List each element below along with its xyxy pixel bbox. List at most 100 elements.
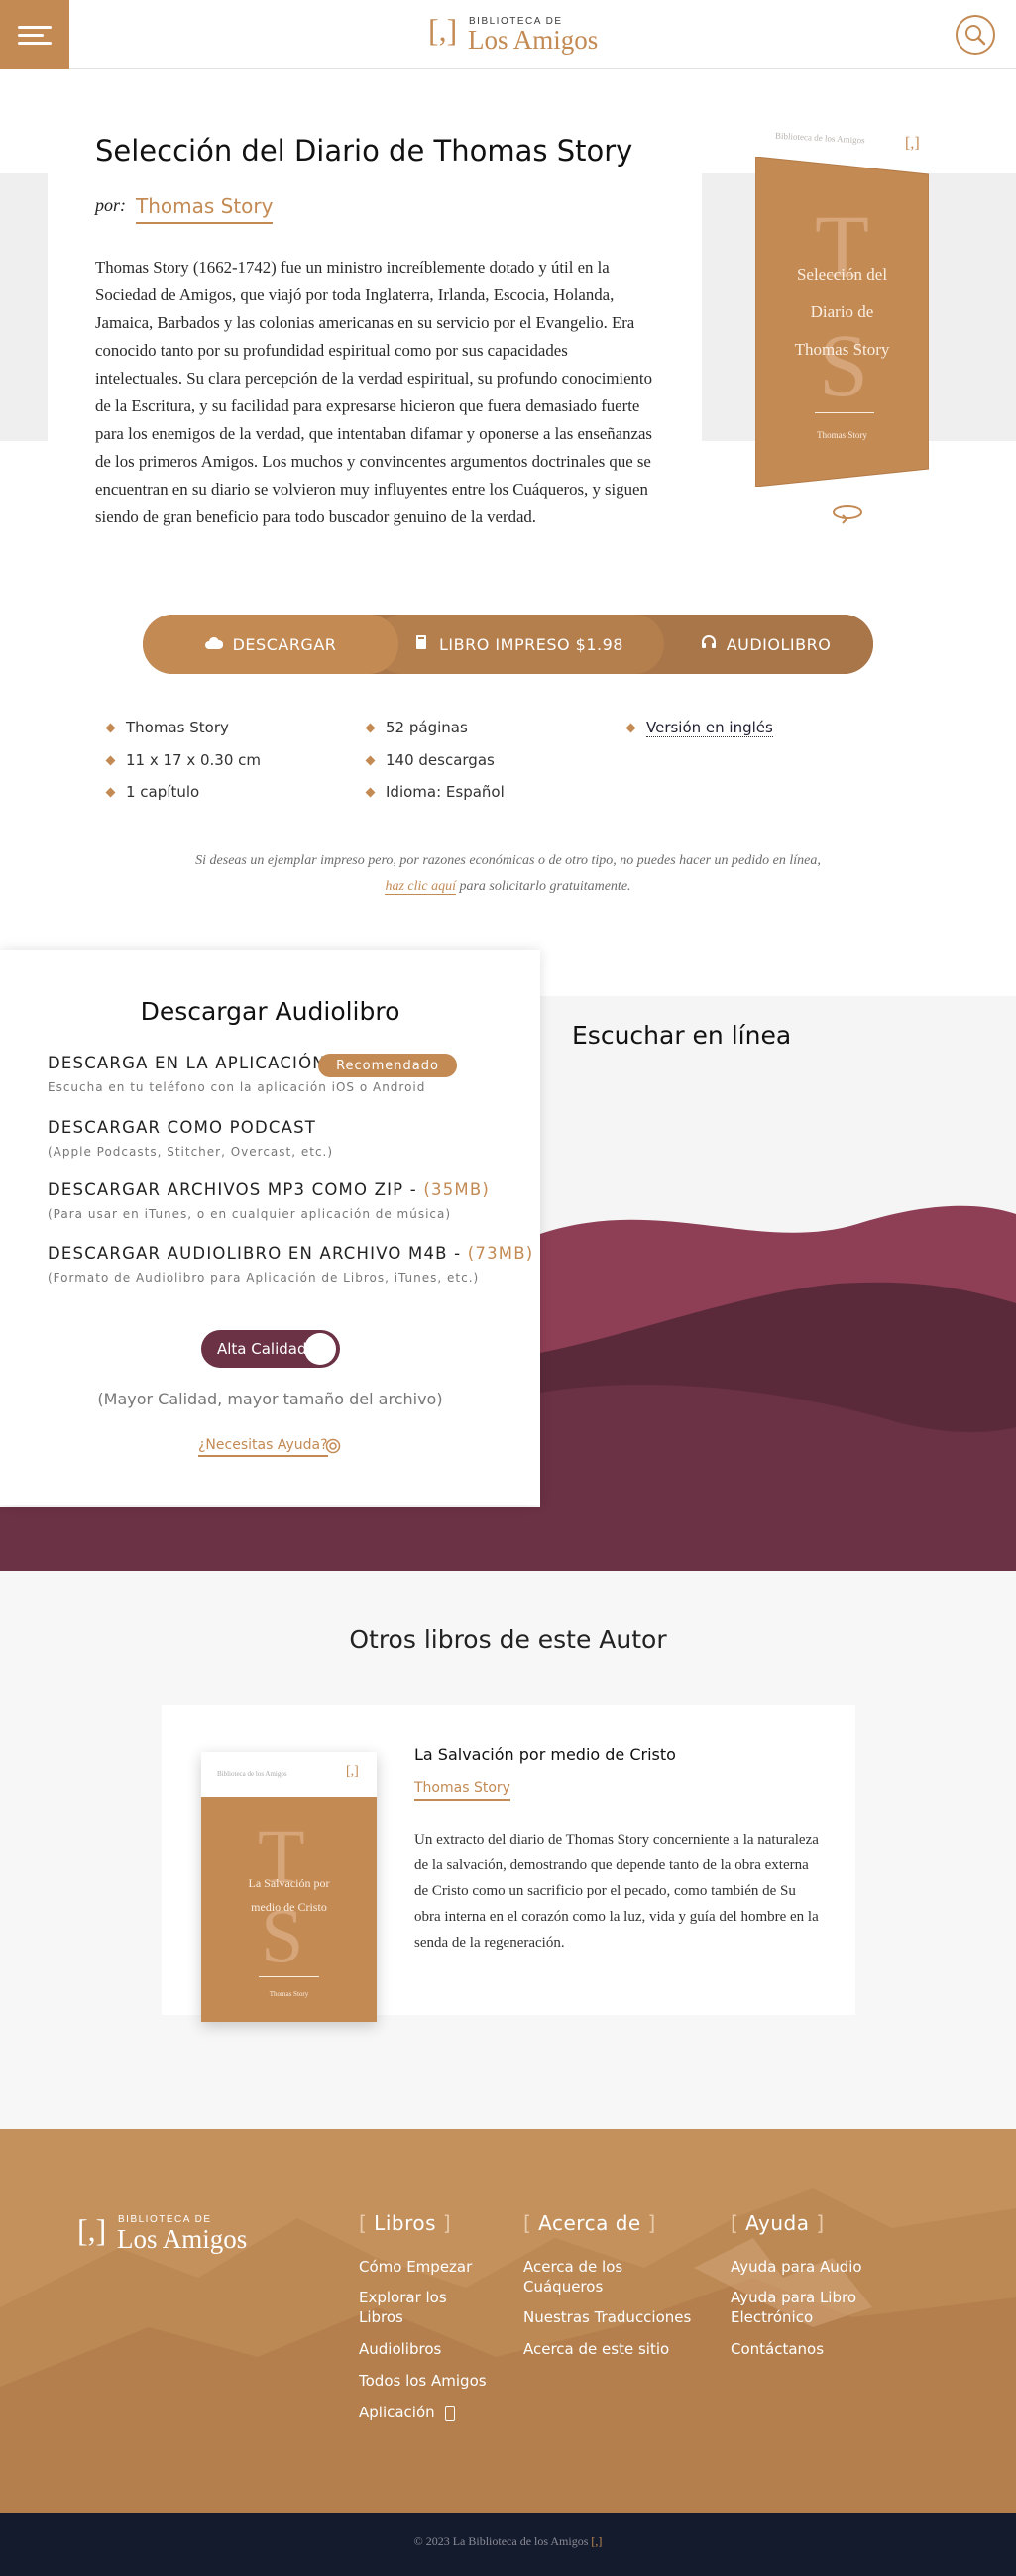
meta-english-version: Versión en inglés [625,719,773,737]
action-bar: AUDIOLIBRO LIBRO IMPRESO $1.98 DESCARGAR [143,615,873,674]
file-size: (73MB) [467,1244,534,1263]
book-title: Selección del Diario de Thomas Story [95,134,633,168]
download-audiobook-card [0,950,540,1505]
meta-value: 1 capítulo [126,783,200,801]
site-logo[interactable]: [,] BIBLIOTECA DE Los Amigos [428,12,626,57]
footer-link[interactable]: Explorar los Libros [359,2288,468,2327]
download-option-desc: (Para usar en iTunes, o en cualquier apl… [48,1207,452,1221]
copyright-mark: [,] [591,2534,603,2548]
download-option-label: DESCARGAR ARCHIVOS MP3 COMO ZIP - [48,1180,424,1199]
download-button[interactable]: DESCARGAR [143,615,398,674]
cover-title-line: Thomas Story [794,340,890,359]
print-book-button[interactable]: LIBRO IMPRESO $1.98 [373,615,664,674]
download-option-desc: (Formato de Audiolibro para Aplicación d… [48,1271,480,1285]
book-icon [413,634,429,654]
menu-button[interactable] [0,0,69,69]
footer-heading-text: Libros [374,2211,437,2235]
footer-link[interactable]: Acerca de este sitio [523,2339,669,2359]
diamond-icon [625,723,636,733]
english-version-link[interactable]: Versión en inglés [646,719,773,737]
diamond-icon [105,787,116,797]
meta-value: Thomas Story [126,719,229,736]
cover-title-line: Diario de [810,302,874,321]
by-label: por: [95,195,126,215]
copyright-text: © 2023 La Biblioteca de los Amigos [413,2534,589,2548]
footer-link[interactable]: Ayuda para Audio [731,2257,862,2277]
listen-online-panel [540,996,1016,1571]
meta-author: Thomas Story [105,719,229,736]
listen-online-title: Escuchar en línea [572,1021,792,1050]
meta-value: 52 páginas [386,719,468,736]
request-free-copy-link[interactable]: haz clic aquí [385,879,456,895]
footer-heading-text: Acerca de [538,2211,641,2235]
download-m4b-option[interactable]: DESCARGAR AUDIOLIBRO EN ARCHIVO M4B - (7… [48,1244,533,1263]
print-book-label: LIBRO IMPRESO $1.98 [439,634,623,654]
logo-main-text: Los Amigos [468,25,599,55]
cover-mark: [,] [905,135,920,152]
hamburger-icon-line [18,34,44,37]
footer-link[interactable]: Acerca de los Cuáqueros [523,2257,642,2296]
download-mp3-option[interactable]: DESCARGAR ARCHIVOS MP3 COMO ZIP - (35MB) [48,1180,490,1199]
author-link[interactable]: Thomas Story [136,194,274,224]
cover-title: Selección del Diario de Thomas Story [755,256,929,369]
audio-help-link[interactable]: ¿Necesitas Ayuda? [198,1437,328,1457]
print-note-text-end: para solicitarlo gratuitamente. [459,879,631,894]
footer-logo[interactable]: [,] BIBLIOTECA DE Los Amigos [77,2212,266,2256]
hamburger-icon-line [18,42,52,45]
footer-link[interactable]: Cómo Empezar [359,2257,472,2277]
other-book-cover[interactable]: Biblioteca de los Amigos [,] T S La Salv… [201,1752,377,2022]
high-quality-toggle[interactable]: Alta Calidad [201,1330,340,1368]
footer-link[interactable]: Contáctanos [731,2339,824,2359]
search-button[interactable] [956,15,995,55]
footer-heading-text: Ayuda [745,2211,810,2235]
download-audiobook-title: Descargar Audiolibro [140,997,400,1026]
meta-value: Idioma: Español [386,783,505,801]
hamburger-icon [18,26,52,29]
meta-language: Idioma: Español [365,783,505,801]
footer-link[interactable]: Todos los Amigos [359,2371,487,2391]
phone-icon [445,2405,456,2421]
footer-link-text: Aplicación [359,2404,435,2421]
footer-heading-help: [ Ayuda ] [731,2211,825,2235]
flip-cover-icon[interactable] [831,502,864,525]
footer-logo-main: Los Amigos [117,2224,248,2254]
cover-author: Thomas Story [269,1990,309,1998]
diamond-icon [365,787,376,797]
audiobook-button[interactable]: AUDIOLIBRO [638,615,873,674]
download-option-label: DESCARGAR AUDIOLIBRO EN ARCHIVO M4B - [48,1244,468,1263]
download-podcast-option[interactable]: DESCARGAR COMO PODCAST [48,1118,316,1137]
diamond-icon [105,723,116,732]
hero-band-left [0,173,48,441]
cover-title-line: Selección del [796,265,888,283]
meta-dimensions: 11 x 17 x 0.30 cm [105,751,261,769]
diamond-icon [365,723,376,732]
cover-title-line: La Salvación por [248,1876,330,1890]
print-note-text: Si deseas un ejemplar impreso pero, por … [195,853,821,868]
site-footer [0,2129,1016,2513]
cover-top-text: Biblioteca de los Amigos [774,130,865,146]
toggle-knob [304,1333,336,1365]
footer-link[interactable]: Nuestras Traducciones [523,2307,691,2327]
audiobook-label: AUDIOLIBRO [726,634,832,654]
footer-heading-books: [ Libros ] [359,2211,452,2235]
logo-mark: [,] [428,12,458,48]
diamond-icon [365,755,376,765]
other-book-author[interactable]: Thomas Story [414,1780,510,1801]
print-request-note: Si deseas un ejemplar impreso pero, por … [149,848,867,900]
wave-base [0,1507,540,1571]
meta-value: 140 descargas [386,751,495,769]
recommended-badge: Recomendado [318,1054,457,1077]
download-app-option[interactable]: DESCARGA EN LA APLICACIÓN [48,1054,326,1072]
download-option-label: DESCARGAR COMO PODCAST [48,1118,317,1137]
mountain-background [0,2188,1016,2513]
book-cover[interactable]: T S Selección del Diario de Thomas Story… [754,156,930,488]
download-option-desc: Escucha en tu teléfono con la aplicación… [48,1080,426,1094]
other-book-title[interactable]: La Salvación por medio de Cristo [414,1745,676,1764]
footer-link[interactable]: Audiolibros [359,2339,441,2359]
cover-mark: [,] [346,1764,359,1779]
footer-link-app[interactable]: Aplicación [359,2403,456,2422]
search-icon [965,25,986,46]
footer-link[interactable]: Ayuda para Libro Electrónico [731,2288,859,2327]
download-option-desc: (Apple Podcasts, Stitcher, Overcast, etc… [48,1145,334,1159]
cover-title: La Salvación por medio de Cristo [201,1871,377,1919]
